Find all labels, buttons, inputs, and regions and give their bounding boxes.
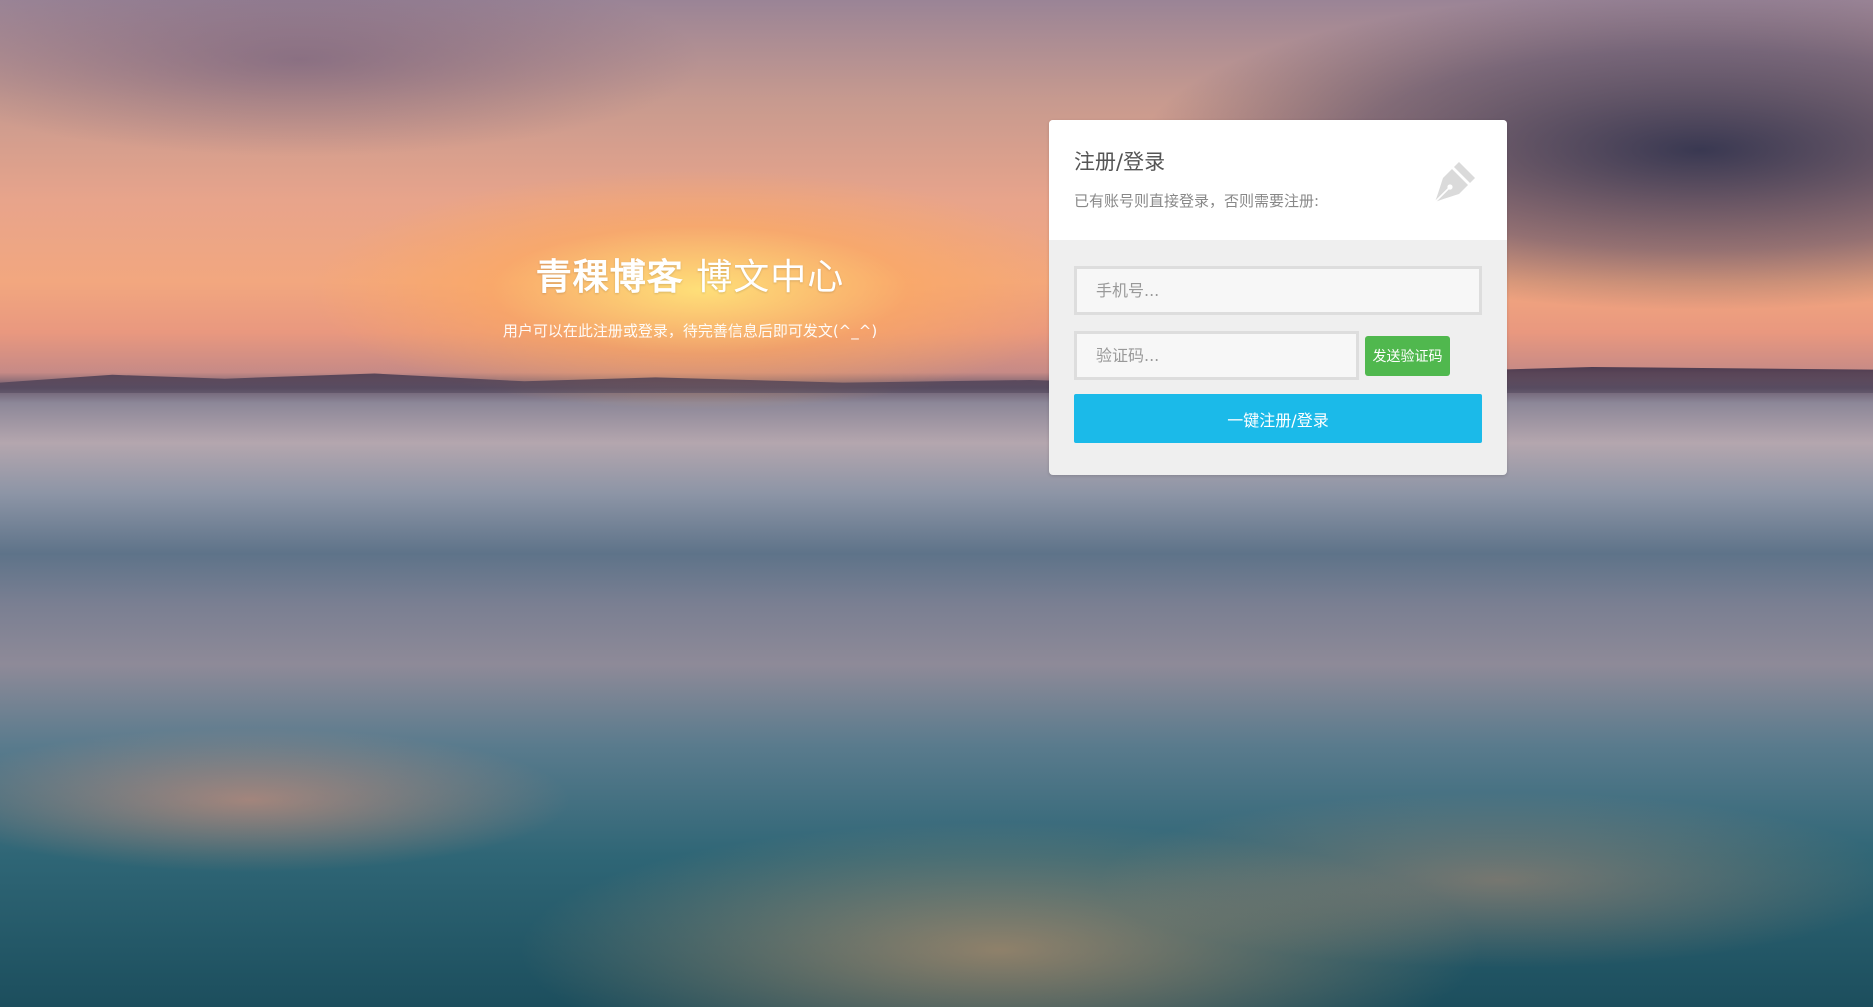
hero-section: 青稞博客 博文中心 用户可以在此注册或登录，待完善信息后即可发文(^_^): [420, 248, 960, 341]
background-image: [0, 0, 1873, 1007]
verification-code-input[interactable]: [1074, 331, 1359, 380]
phone-input[interactable]: [1074, 266, 1482, 315]
hero-title: 青稞博客 博文中心: [420, 248, 960, 300]
login-card: 注册/登录 已有账号则直接登录，否则需要注册: 发送验证码 一键注册/登录: [1049, 120, 1507, 475]
pen-icon: [1434, 162, 1475, 203]
hero-subtitle: 用户可以在此注册或登录，待完善信息后即可发文(^_^): [502, 322, 878, 340]
login-form: 发送验证码 一键注册/登录: [1049, 240, 1507, 443]
hero-title-bold: 青稞博客: [535, 257, 684, 298]
register-login-button[interactable]: 一键注册/登录: [1074, 394, 1482, 443]
code-row: 发送验证码: [1074, 331, 1482, 380]
login-card-description: 已有账号则直接登录，否则需要注册:: [1074, 192, 1320, 210]
login-card-header: 注册/登录 已有账号则直接登录，否则需要注册:: [1049, 120, 1507, 240]
login-card-title: 注册/登录: [1074, 150, 1166, 174]
send-code-button[interactable]: 发送验证码: [1365, 335, 1450, 376]
hero-title-light: 博文中心: [683, 257, 845, 298]
